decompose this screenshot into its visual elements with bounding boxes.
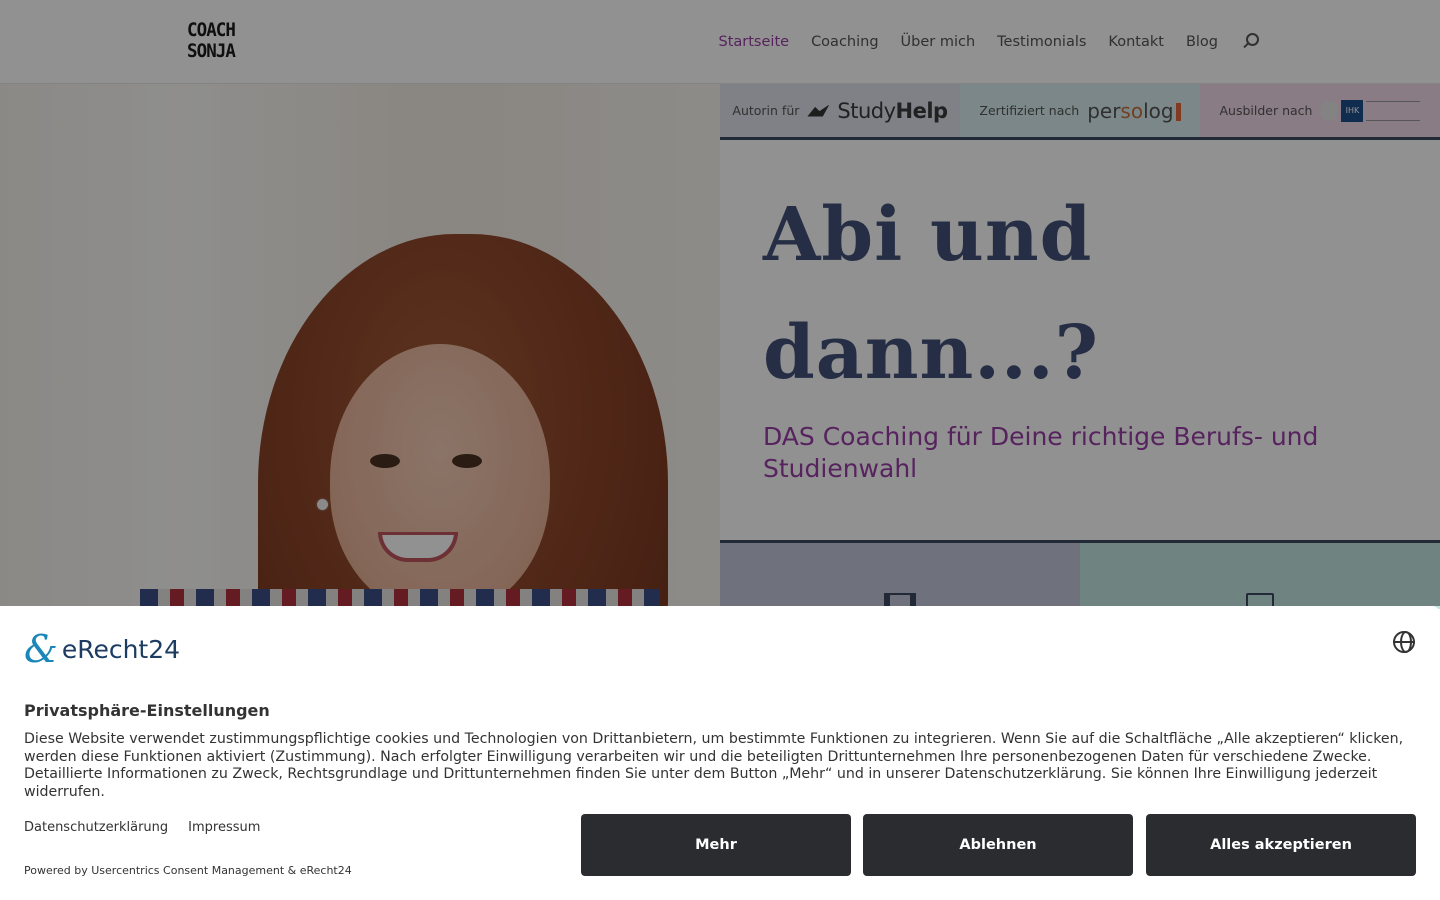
imprint-link[interactable]: Impressum xyxy=(188,820,260,835)
privacy-policy-link[interactable]: Datenschutzerklärung xyxy=(24,820,168,835)
erecht24-wordmark: eRecht24 xyxy=(61,634,181,664)
accept-all-button[interactable]: Alles akzeptieren xyxy=(1146,814,1416,876)
decline-button[interactable]: Ablehnen xyxy=(863,814,1133,876)
consent-backdrop-overlay xyxy=(0,0,1440,606)
powered-by-text: Powered by Usercentrics Consent Manageme… xyxy=(24,864,352,877)
more-button[interactable]: Mehr xyxy=(581,814,851,876)
consent-banner: & eRecht24 Privatsphäre-Einstellungen Di… xyxy=(0,606,1440,900)
language-globe-icon[interactable] xyxy=(1393,631,1415,653)
erecht24-ampersand-icon: & xyxy=(24,627,58,671)
erecht24-logo: & eRecht24 xyxy=(24,630,180,668)
consent-description: Diese Website verwendet zustimmungspflic… xyxy=(24,731,1404,801)
consent-title: Privatsphäre-Einstellungen xyxy=(24,701,270,720)
consent-links: Datenschutzerklärung Impressum xyxy=(24,820,260,835)
